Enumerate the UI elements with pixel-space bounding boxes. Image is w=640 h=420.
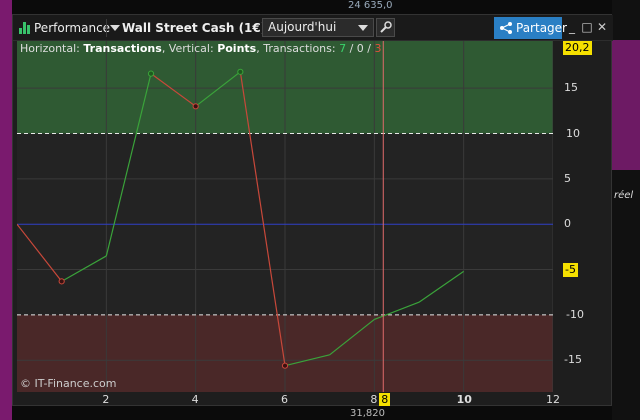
period-select[interactable]: Aujourd'hui: [262, 18, 374, 37]
x-axis[interactable]: 2 4 6 8 10 12 8: [17, 392, 560, 407]
background-chart-right: réel: [612, 0, 640, 420]
titlebar-separator: [106, 19, 107, 37]
performance-chart-icon: [19, 22, 31, 34]
wrench-icon: [380, 21, 392, 33]
share-icon: [500, 22, 512, 34]
legend-t-prefix: , Transactions:: [256, 42, 340, 55]
legend-v-value: Points: [217, 42, 257, 55]
share-button[interactable]: Partager: [494, 17, 567, 39]
y-tick-label: -10: [566, 307, 584, 321]
background-label-reel: réel: [614, 190, 634, 201]
legend-draws: 0: [356, 42, 364, 55]
share-button-label: Partager: [516, 21, 567, 35]
background-bottom-label: 31,820: [350, 408, 385, 419]
performance-chart[interactable]: [17, 41, 553, 392]
legend-separator: /: [363, 42, 375, 55]
y-tick-label: 0: [564, 217, 571, 231]
x-tick-label: 12: [546, 393, 560, 406]
chart-legend: Horizontal: Transactions, Vertical: Poin…: [20, 42, 381, 55]
maximize-button[interactable]: □: [580, 19, 594, 35]
legend-losses: 3: [374, 42, 382, 55]
minimize-button[interactable]: _: [565, 19, 579, 35]
x-tick-label: 10: [456, 393, 472, 406]
y-value-marker: 20,2: [563, 41, 592, 55]
x-tick-label: 4: [191, 393, 199, 406]
turning-point-marker: [58, 278, 65, 285]
period-select-value: Aujourd'hui: [268, 20, 337, 34]
y-tick-label: 10: [566, 126, 580, 140]
y-tick-label: -15: [564, 353, 582, 367]
turning-point-marker: [281, 362, 289, 369]
background-chart-panel: [612, 40, 640, 170]
performance-window[interactable]: Performance Wall Street Cash (1€) (-) Au…: [12, 14, 613, 407]
background-chart-left: [0, 0, 12, 420]
x-tick-label: 2: [102, 393, 110, 406]
x-tick-label: 6: [281, 393, 288, 406]
window-titlebar[interactable]: Performance Wall Street Cash (1€) (-) Au…: [13, 15, 613, 41]
turning-point-marker: [192, 103, 199, 110]
x-tick-label: 8: [370, 393, 378, 406]
legend-separator: /: [346, 42, 357, 55]
legend-h-value: Transactions: [83, 42, 162, 55]
chevron-down-icon: [358, 25, 368, 31]
window-app-label: Performance: [34, 21, 111, 35]
background-price-label: 24 635,0: [348, 0, 393, 11]
y-axis[interactable]: 151050-5-10-1520,2-5: [554, 41, 613, 392]
cursor-x-label: 8: [379, 393, 391, 406]
y-tick-label: 15: [564, 81, 578, 95]
turning-point-marker: [237, 68, 244, 75]
settings-button[interactable]: [376, 18, 395, 37]
watermark: © IT-Finance.com: [20, 377, 117, 390]
turning-point-marker: [147, 70, 155, 77]
legend-v-prefix: , Vertical:: [161, 42, 218, 55]
instrument-dropdown-icon[interactable]: [110, 25, 120, 31]
legend-h-prefix: Horizontal:: [20, 42, 84, 55]
y-tick-label: 5: [564, 171, 571, 185]
close-button[interactable]: ✕: [595, 19, 609, 35]
y-value-marker: -5: [563, 262, 578, 277]
